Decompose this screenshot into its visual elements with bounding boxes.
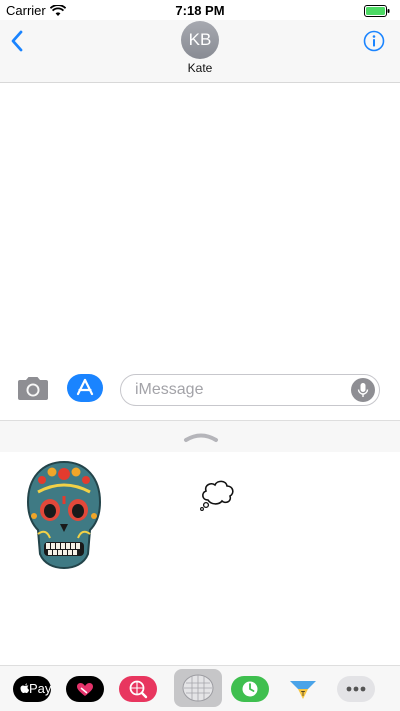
imessage-field[interactable] bbox=[120, 374, 380, 406]
compose-bar bbox=[0, 368, 400, 418]
app-drawer-header bbox=[0, 420, 400, 453]
more-icon bbox=[346, 686, 366, 692]
app-store-icon bbox=[76, 378, 94, 396]
message-thread bbox=[0, 83, 400, 368]
contact-avatar[interactable]: KB bbox=[181, 21, 219, 59]
sticker-browser bbox=[0, 452, 400, 665]
sticker-grid-icon bbox=[182, 674, 214, 702]
clock-app[interactable] bbox=[231, 676, 269, 702]
more-apps-button[interactable] bbox=[337, 676, 375, 702]
thought-bubble-sticker[interactable] bbox=[198, 478, 236, 517]
translate-app[interactable]: T bbox=[284, 676, 322, 702]
clock: 7:18 PM bbox=[175, 3, 225, 18]
apple-pay-app[interactable]: Pay bbox=[13, 676, 51, 702]
contact-name[interactable]: Kate bbox=[0, 61, 400, 75]
skull-sticker[interactable] bbox=[24, 458, 104, 575]
camera-icon[interactable] bbox=[16, 376, 50, 407]
imessage-input[interactable] bbox=[133, 380, 357, 400]
heart-icon bbox=[77, 683, 93, 696]
drawer-handle-icon[interactable] bbox=[183, 430, 219, 448]
app-strip: Pay T bbox=[0, 665, 400, 711]
digital-touch-app[interactable] bbox=[66, 676, 104, 702]
conversation-header: KB Kate bbox=[0, 20, 400, 83]
mic-icon[interactable] bbox=[351, 378, 375, 402]
globe-search-icon bbox=[129, 680, 148, 699]
status-bar: Carrier 7:18 PM bbox=[0, 0, 400, 20]
back-chevron-icon[interactable] bbox=[10, 30, 24, 57]
apple-pay-label: Pay bbox=[29, 681, 52, 696]
translate-icon: T bbox=[290, 681, 316, 699]
app-store-button[interactable] bbox=[67, 374, 103, 402]
sticker-pack-app[interactable] bbox=[174, 669, 222, 707]
clock-icon bbox=[242, 681, 258, 697]
svg-text:T: T bbox=[301, 691, 306, 698]
image-search-app[interactable] bbox=[119, 676, 157, 702]
info-icon[interactable] bbox=[363, 30, 385, 57]
